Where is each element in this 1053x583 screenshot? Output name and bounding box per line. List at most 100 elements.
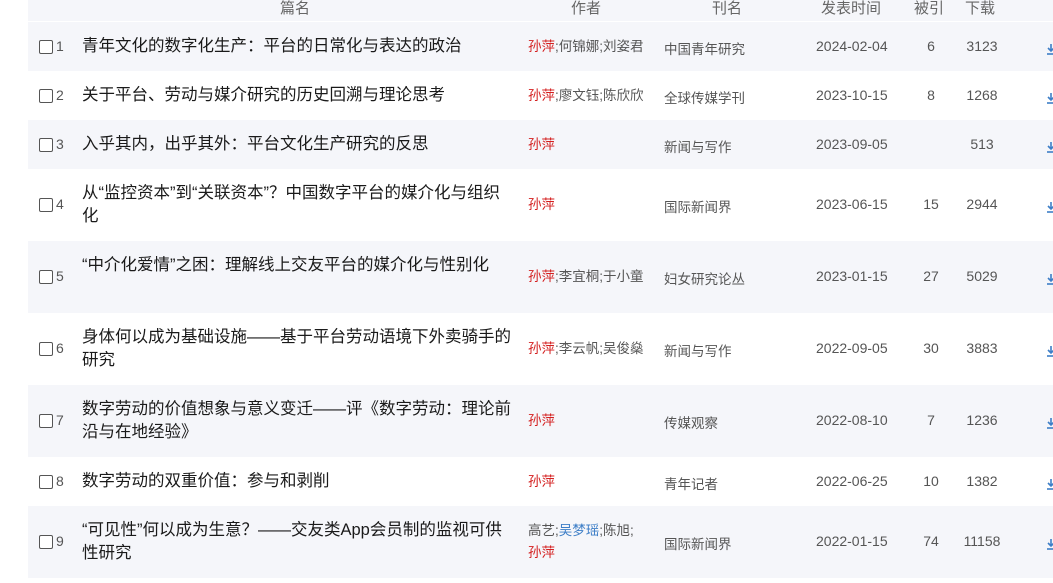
author-link[interactable]: 孙萍 (528, 474, 555, 489)
cited-count[interactable]: 10 (908, 473, 954, 489)
row-checkbox[interactable] (39, 474, 53, 489)
author-link[interactable]: 陈旭 (603, 523, 630, 538)
download-icon[interactable] (1046, 538, 1053, 550)
download-icon[interactable] (1046, 417, 1053, 429)
article-title-link[interactable]: 关于平台、劳动与媒介研究的历史回溯与理论思考 (82, 84, 514, 107)
results-table: 1 青年文化的数字化生产：平台的日常化与表达的政治 孙萍;何锦娜;刘姿君 中国青年研究… (28, 22, 1053, 578)
publish-date: 2023-10-15 (816, 86, 888, 103)
journal-link[interactable]: 传媒观察 (664, 412, 718, 432)
row-checkbox[interactable] (39, 414, 53, 428)
author-link[interactable]: 于小童 (603, 269, 644, 284)
cited-count[interactable]: 27 (908, 268, 954, 284)
download-count: 1236 (966, 412, 998, 428)
cited-count[interactable]: 74 (908, 533, 954, 549)
publish-date: 2023-01-15 (816, 268, 888, 284)
table-row: 8 数字劳动的双重价值：参与和剥削 孙萍 青年记者 2022-06-25 10 1382 (28, 457, 1053, 506)
journal-link[interactable]: 新闻与写作 (664, 136, 732, 156)
download-count: 3123 (966, 37, 998, 54)
journal-link[interactable]: 新闻与写作 (664, 340, 732, 360)
publish-date: 2024-02-04 (816, 37, 888, 54)
header-cited[interactable]: 被引 (914, 0, 944, 18)
download-icon[interactable] (1046, 92, 1053, 104)
row-number: 9 (56, 533, 64, 549)
author-link[interactable]: 陈欣欣 (603, 88, 644, 103)
download-icon[interactable] (1046, 43, 1053, 55)
authors-cell: 高艺;吴梦瑶;陈旭; 孙萍 (528, 520, 656, 564)
author-link[interactable]: 孙萍 (528, 269, 555, 284)
publish-date: 2022-08-10 (816, 412, 888, 428)
table-row: 5 “中介化爱情”之困：理解线上交友平台的媒介化与性别化 孙萍;李宜桐;于小童 妇女研… (28, 241, 1053, 313)
download-icon[interactable] (1046, 273, 1053, 285)
table-header: 篇名 作者 刊名 发表时间 被引 下载 (28, 0, 1053, 21)
row-number: 3 (56, 135, 64, 152)
publish-date: 2022-01-15 (816, 533, 888, 549)
download-count: 5029 (966, 268, 998, 284)
author-link[interactable]: 孙萍 (528, 413, 555, 428)
header-source: 刊名 (712, 0, 743, 17)
row-number: 6 (56, 340, 64, 356)
download-icon[interactable] (1046, 201, 1053, 213)
row-checkbox[interactable] (39, 198, 53, 212)
publish-date: 2023-06-15 (816, 196, 888, 212)
cited-count[interactable]: 30 (908, 340, 954, 356)
header-title[interactable]: 篇名 (280, 0, 310, 18)
download-count: 2944 (966, 196, 998, 212)
cited-count[interactable]: 7 (908, 412, 954, 428)
download-icon[interactable] (1046, 141, 1053, 153)
authors-cell: 孙萍 (528, 410, 656, 432)
download-count: 3883 (966, 340, 998, 356)
header-date[interactable]: 发表时间 (821, 0, 881, 18)
article-title-link[interactable]: 从“监控资本”到“关联资本”？中国数字平台的媒介化与组织化 (82, 182, 514, 228)
author-link[interactable]: 刘姿君 (603, 39, 644, 54)
author-link[interactable]: 何锦娜 (559, 39, 600, 54)
row-number: 7 (56, 412, 64, 428)
article-title-link[interactable]: 数字劳动的价值想象与意义变迁——评《数字劳动：理论前沿与在地经验》 (82, 398, 514, 444)
journal-link[interactable]: 国际新闻界 (664, 533, 732, 553)
cited-count[interactable]: 6 (908, 38, 954, 54)
author-link[interactable]: 孙萍 (528, 341, 555, 356)
author-link[interactable]: 吴梦瑶 (559, 523, 600, 538)
publish-date: 2022-09-05 (816, 340, 888, 356)
author-link[interactable]: 孙萍 (528, 545, 555, 560)
row-checkbox[interactable] (39, 342, 53, 356)
row-checkbox[interactable] (39, 39, 53, 54)
author-link[interactable]: 李宜桐 (559, 269, 600, 284)
author-link[interactable]: 孙萍 (528, 137, 555, 152)
author-separator: ; (630, 523, 634, 538)
download-icon[interactable] (1046, 345, 1053, 357)
row-checkbox[interactable] (39, 137, 53, 152)
authors-cell: 孙萍 (528, 194, 656, 216)
author-link[interactable]: 孙萍 (528, 88, 555, 103)
article-title-link[interactable]: 数字劳动的双重价值：参与和剥削 (82, 470, 514, 493)
row-number: 8 (56, 472, 64, 489)
journal-link[interactable]: 全球传媒学刊 (664, 87, 745, 107)
article-title-link[interactable]: “中介化爱情”之困：理解线上交友平台的媒介化与性别化 (82, 254, 514, 277)
cited-count[interactable]: 15 (908, 196, 954, 212)
article-title-link[interactable]: “可见性”何以成为生意？——交友类App会员制的监视可供性研究 (82, 519, 514, 565)
download-count: 11158 (963, 533, 1001, 549)
cited-count[interactable]: 8 (908, 87, 954, 103)
journal-link[interactable]: 国际新闻界 (664, 196, 732, 216)
row-checkbox[interactable] (39, 88, 53, 103)
table-row: 1 青年文化的数字化生产：平台的日常化与表达的政治 孙萍;何锦娜;刘姿君 中国青年研究… (28, 22, 1053, 71)
article-title-link[interactable]: 入乎其内，出乎其外：平台文化生产研究的反思 (82, 133, 514, 156)
journal-link[interactable]: 青年记者 (664, 473, 718, 493)
download-icon[interactable] (1046, 478, 1053, 490)
download-count: 1268 (966, 86, 998, 103)
author-link[interactable]: 高艺 (528, 523, 555, 538)
article-title-link[interactable]: 身体何以成为基础设施——基于平台劳动语境下外卖骑手的研究 (82, 326, 514, 372)
author-link[interactable]: 孙萍 (528, 39, 555, 54)
author-link[interactable]: 廖文钰 (559, 88, 600, 103)
author-link[interactable]: 孙萍 (528, 197, 555, 212)
authors-cell: 孙萍;李云帆;吴俊燊 (528, 338, 656, 360)
row-checkbox[interactable] (39, 270, 53, 284)
table-row: 3 入乎其内，出乎其外：平台文化生产研究的反思 孙萍 新闻与写作 2023-09-05 5… (28, 120, 1053, 169)
header-downloads[interactable]: 下载 (965, 0, 995, 18)
journal-link[interactable]: 妇女研究论丛 (664, 268, 745, 288)
journal-link[interactable]: 中国青年研究 (664, 38, 745, 58)
author-link[interactable]: 李云帆 (559, 341, 600, 356)
article-title-link[interactable]: 青年文化的数字化生产：平台的日常化与表达的政治 (82, 35, 514, 58)
row-checkbox[interactable] (39, 535, 53, 549)
table-row: 9 “可见性”何以成为生意？——交友类App会员制的监视可供性研究 高艺;吴梦瑶;陈… (28, 506, 1053, 578)
author-link[interactable]: 吴俊燊 (603, 341, 644, 356)
